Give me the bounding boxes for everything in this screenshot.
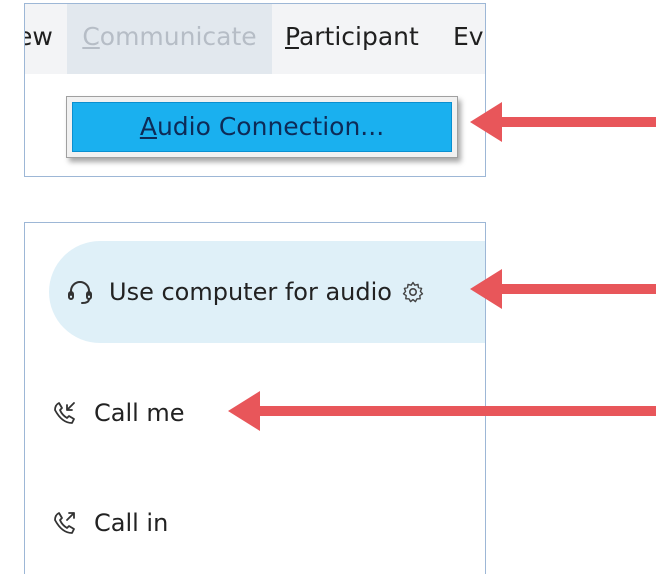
menu-bar: ew Communicate Participant Ev bbox=[25, 4, 485, 74]
phone-incoming-icon bbox=[54, 402, 75, 424]
annotation-arrow-computer-audio bbox=[470, 269, 656, 309]
menu-communicate-label: ommunicate bbox=[99, 22, 257, 51]
menu-participant[interactable]: Participant bbox=[285, 4, 419, 74]
gear-icon[interactable] bbox=[402, 281, 424, 303]
menu-communicate[interactable]: Communicate bbox=[67, 4, 272, 74]
headset-icon bbox=[68, 281, 92, 304]
annotation-arrow-call-me bbox=[228, 391, 656, 431]
option-call-in[interactable]: Call in bbox=[52, 472, 168, 574]
menu-participant-accel: P bbox=[285, 22, 299, 51]
option-label: Use computer for audio bbox=[109, 278, 392, 306]
menu-events-partial[interactable]: Ev bbox=[453, 4, 484, 74]
phone-outgoing-icon bbox=[54, 512, 75, 534]
menu-view-partial[interactable]: ew bbox=[25, 4, 53, 74]
audio-connection-label: udio Connection... bbox=[156, 112, 385, 141]
menu-communicate-accel: C bbox=[82, 22, 100, 51]
annotation-arrow-audio-connection bbox=[470, 102, 656, 142]
option-use-computer-audio[interactable]: Use computer for audio bbox=[49, 241, 485, 343]
option-label: Call in bbox=[94, 509, 169, 537]
audio-connection-menu-item[interactable]: Audio Connection... bbox=[72, 102, 452, 152]
option-label: Call me bbox=[94, 399, 185, 427]
audio-connection-accel: A bbox=[139, 112, 157, 141]
menu-screenshot-panel: ew Communicate Participant Ev Audio Conn… bbox=[24, 3, 486, 177]
option-call-me[interactable]: Call me bbox=[52, 362, 185, 464]
menu-participant-label: articipant bbox=[298, 22, 419, 51]
communicate-dropdown: Audio Connection... bbox=[66, 96, 458, 158]
